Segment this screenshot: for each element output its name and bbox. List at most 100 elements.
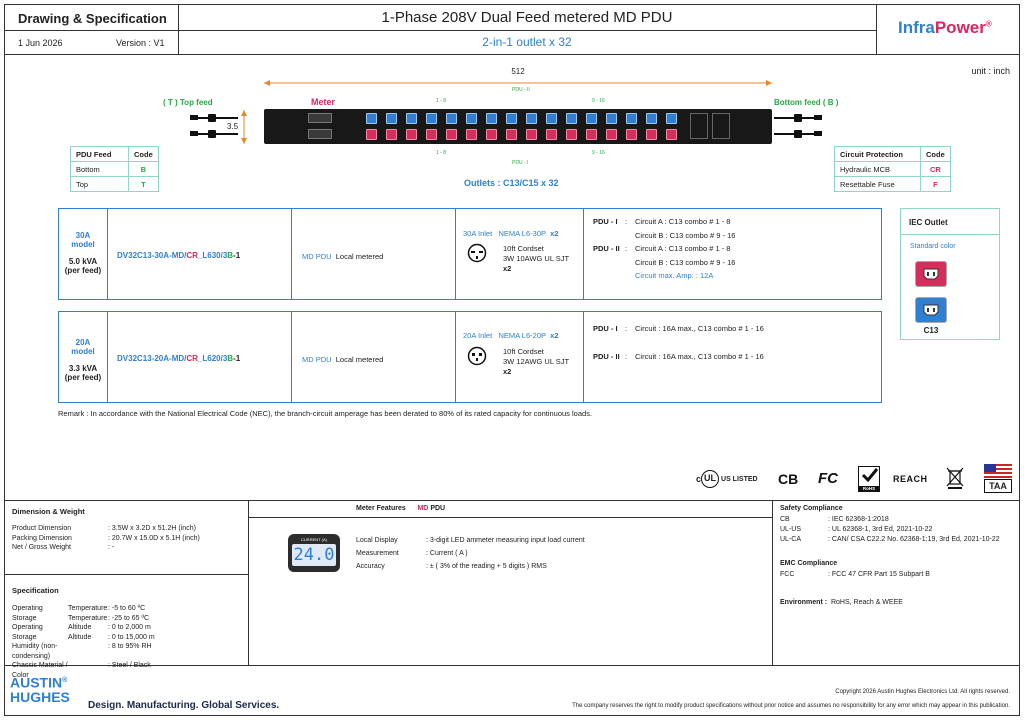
spec-rows: Operating Temperature: -5 to 60 ºC Storage…: [12, 604, 228, 680]
outlet-top-4: [426, 113, 437, 124]
row1-div-1: [107, 209, 108, 299]
model-20a-amp: 20A: [75, 338, 91, 347]
model-20a-plug-qty: x2: [550, 331, 559, 340]
safety-rows: CB: IEC 62368-1:2018 UL-US: UL 62368-1, 3…: [780, 515, 1018, 545]
outlet-top-8: [506, 113, 517, 124]
circuit-text: Circuit B : C13 combo # 9 - 16: [635, 257, 736, 267]
doc-type: Drawing & Specification: [18, 11, 167, 26]
emc-cell: : FCC 47 CFR Part 15 Subpart B: [828, 571, 930, 578]
logo-line2: HUGHES: [10, 688, 70, 705]
taa-logo: TAA: [984, 464, 1012, 494]
outlet-top-2: [386, 113, 397, 124]
c13-blue-icon: [915, 297, 947, 323]
spec-row: Operating Temperature: -5 to 60 ºC: [12, 604, 228, 614]
safety-row: UL-US: UL 62368-1, 3rd Ed, 2021-10-22: [780, 525, 1018, 535]
model-20a-part-number: DV32C13-20A-MD/CR_L620/3B-1: [117, 354, 240, 363]
circuit-text: Circuit A : C13 combo # 1 - 8: [635, 244, 731, 253]
outlet-bottom-12: [586, 129, 597, 140]
model-20a-inlet-label: 20A Inlet: [463, 331, 493, 340]
ul-listed-logo: c UL US LISTED: [696, 470, 758, 488]
meter-cell: : Current ( A ): [426, 550, 468, 557]
spec-row: Operating Altitude: 0 to 2,000 m: [12, 623, 228, 633]
outlet-bottom-6: [466, 129, 477, 140]
circuit-sep: [625, 256, 635, 270]
model-20a-type-name: MD PDU: [302, 355, 332, 364]
width-dim-value: 512: [511, 67, 525, 76]
model-20a-summary: 20A model 3.3 kVA (per feed): [59, 338, 107, 382]
doc-version: Version : V1: [116, 38, 165, 48]
breaker-2: [712, 113, 730, 139]
safety-row: UL-CA: CAN/ CSA C22.2 No. 62368-1:19, 3r…: [780, 535, 1018, 545]
nema-l6-20p-icon: [467, 346, 487, 366]
dimension-cell: Net / Gross Weight: [12, 544, 72, 551]
dimension-rows: Product Dimension: 3.5W x 3.2D x 51.2H (…: [12, 524, 238, 553]
prot-row-fuse: Resettable Fuse: [834, 176, 921, 192]
outlet-top-9: [526, 113, 537, 124]
meter-title-text: Meter Features: [356, 505, 406, 512]
spec-cell: Operating: [12, 624, 43, 631]
prot-code-fuse: F: [920, 176, 951, 192]
model-30a-inlet-label: 30A Inlet: [463, 229, 493, 238]
spec-cell: Storage: [12, 614, 37, 622]
meter-rows: Local Display: 3-digit LED ammeter measu…: [356, 534, 686, 573]
spec-cell: Altitude: [68, 633, 92, 641]
model-30a-type-name: MD PDU: [302, 252, 332, 261]
spec-cell: : 0 to 15,000 m: [108, 633, 155, 641]
dimension-cell: : 3.5W x 3.2D x 51.2H (inch): [108, 525, 196, 532]
group-bot-1-8: 1 - 8: [436, 150, 447, 156]
circuit-text: Circuit B : C13 combo # 9 - 16: [635, 230, 736, 240]
model-20a-cord-qty: x2: [503, 367, 512, 376]
spec-cell: : -5 to 60 ºC: [108, 605, 146, 612]
top-feed-label: ( T ) Top feed: [163, 98, 213, 107]
bottom-div-v2: [772, 500, 773, 665]
iec-outlet-box: IEC Outlet Standard color C13: [900, 208, 1000, 340]
feed-row-top: Top: [70, 176, 129, 192]
meter-cell: Measurement: [356, 550, 399, 557]
prot-code-mcb: CR: [920, 161, 951, 177]
bottom-feed-label: Bottom feed ( B ): [774, 98, 839, 107]
ul-icon: UL: [701, 470, 720, 488]
emc-cell: FCC: [780, 571, 795, 578]
feed-code-bottom: B: [128, 161, 159, 177]
reach-logo: REACH: [893, 474, 928, 484]
safety-cell: UL-US: [780, 526, 802, 533]
meter-model2: PDU: [430, 505, 446, 512]
env-value: RoHS, Reach & WEEE: [830, 599, 903, 606]
row1-div-2: [291, 209, 292, 299]
logo-reg: ®: [62, 677, 68, 684]
spec-row: Storage Temperature: -25 to 65 ºC: [12, 614, 228, 624]
meter-row: Measurement : Current ( A ): [356, 547, 686, 560]
ul-text: US LISTED: [721, 475, 758, 483]
meter-title-divider: [248, 517, 772, 518]
model-20a-plug: NEMA L6-20P: [498, 331, 546, 340]
breaker-1: [690, 113, 708, 139]
spec-row: Humidity (non-condensing): 8 to 95% RH: [12, 642, 228, 661]
model-20a-per-feed: (per feed): [64, 373, 102, 382]
dimension-row: Packing Dimension: 20.7W x 15.0D x 5.1H …: [12, 534, 238, 544]
header-divider-h1: [4, 30, 178, 31]
circuit-sep: :: [625, 324, 628, 333]
unit-label: unit : inch: [971, 66, 1010, 76]
pdu-i-label: PDU - I: [512, 160, 529, 166]
outlet-top-12: [586, 113, 597, 124]
model-30a-inlet: 30A Inlet NEMA L6-30P x2: [463, 229, 559, 238]
model-30a-part-number: DV32C13-30A-MD/CR_L630/3B-1: [117, 251, 240, 260]
model-30a-kva: 5.0 kVA: [68, 257, 98, 266]
meter-label: Meter: [311, 97, 336, 107]
header-divider: [4, 54, 1020, 55]
model-20a-kva: 3.3 kVA: [68, 364, 98, 373]
environment: Environment : RoHS, Reach & WEEE: [780, 599, 903, 606]
top-feed-plugs: [190, 114, 238, 138]
spec-cell: : Steel / Black: [108, 662, 151, 669]
feed-th-1: Code: [128, 146, 159, 162]
taa-text: TAA: [984, 479, 1012, 493]
model-30a-type-desc: Local metered: [335, 252, 384, 261]
bottom-div-v1: [248, 500, 249, 665]
model-30a-cord1: 10ft Cordset: [503, 244, 544, 253]
circuit-pdu: PDU - II: [593, 244, 620, 253]
meter-row: Accuracy: ± ( 3% of the reading + 5 digi…: [356, 560, 686, 573]
nema-l6-30p-icon: [467, 243, 487, 263]
spec-cell: [68, 642, 108, 661]
row2-div-1: [107, 312, 108, 402]
brand-prefix: Infra: [898, 18, 935, 37]
